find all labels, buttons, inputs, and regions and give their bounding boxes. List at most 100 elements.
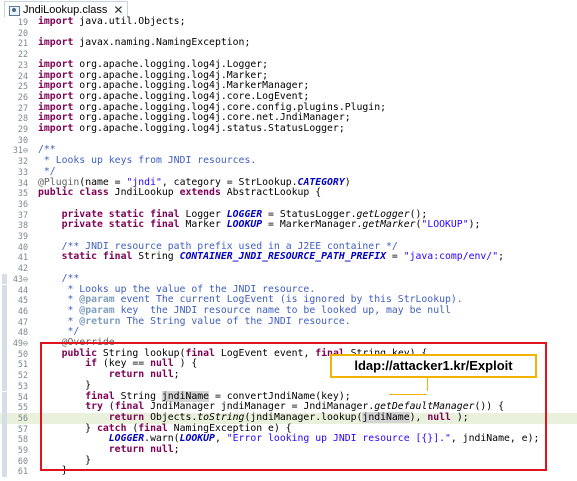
line-number: 40 (17, 241, 28, 252)
code-token: @param (79, 304, 115, 316)
code-token: * Looks up the value of the JNDI resourc… (38, 283, 316, 295)
callout-pointer (427, 376, 432, 391)
close-icon[interactable]: ✕ (113, 4, 123, 16)
line-number: 60 (17, 455, 28, 466)
code-text: import javax.naming.NamingException; (38, 38, 250, 49)
code-token: java.util.Objects; (79, 16, 186, 27)
line-number: 38 (17, 220, 28, 231)
code-token: public class (38, 187, 109, 199)
code-token: private static final (61, 219, 180, 231)
code-token: import (38, 58, 74, 70)
line-number: 32 (17, 156, 28, 167)
code-token: import (38, 37, 74, 49)
line-number: 36 (17, 198, 28, 209)
line-number: 49⊖ (12, 338, 28, 348)
code-token: The String value of the JNDI resource. (120, 315, 351, 327)
code-token: import (38, 112, 74, 124)
line-number: 53 (17, 380, 28, 391)
code-token: = StatusLogger. (262, 208, 357, 220)
line-number: 19 (17, 17, 28, 27)
code-token: @return (79, 315, 121, 327)
code-token: import (38, 101, 74, 113)
code-token: import (38, 80, 74, 92)
line-number: 41 (17, 252, 28, 263)
code-line: 30 (0, 135, 577, 146)
code-token: import (38, 69, 74, 81)
code-token: org.apache.logging.log4j.core.config.plu… (79, 101, 387, 113)
code-token: /** (61, 272, 80, 284)
line-number: 52 (17, 370, 28, 381)
code-line: 42 (0, 263, 577, 274)
line-number: 20 (17, 27, 28, 38)
line-number: 31⊖ (12, 145, 28, 156)
code-token: , category = StrLookup. (161, 176, 298, 188)
line-number: 61 (17, 466, 28, 477)
code-token: LOOKUP (226, 219, 263, 231)
tab-jndilookup-class[interactable]: JndiLookup.class ✕ (4, 1, 129, 17)
ldap-callout: ldap://attacker1.kr/Exploit (330, 354, 537, 378)
code-token: @param (79, 294, 115, 306)
code-token: ); (468, 219, 481, 231)
class-file-icon (9, 5, 20, 16)
line-number: 56 (17, 412, 28, 423)
code-token: CONTAINER_JNDI_RESOURCE_PATH_PREFIX (179, 251, 387, 263)
code-token: import (38, 123, 74, 134)
code-token: org.apache.logging.log4j.Marker; (79, 69, 269, 81)
code-token: org.apache.logging.log4j.core.net.JndiMa… (79, 112, 351, 124)
code-token: CATEGORY (297, 176, 345, 188)
line-number: 51 (17, 359, 28, 370)
line-number: 29 (17, 124, 28, 134)
code-text: public class JndiLookup extends Abstract… (38, 187, 322, 199)
code-text: import java.util.Objects; (38, 16, 186, 28)
code-token: * (38, 294, 80, 306)
line-number: 22 (17, 49, 28, 60)
code-token: "LOOKUP" (421, 219, 469, 231)
code-token: static final (61, 251, 133, 263)
line-number: 54 (17, 391, 28, 402)
code-token: AbstractLookup { (220, 187, 322, 199)
code-token: org.apache.logging.log4j.status.StatusLo… (79, 123, 345, 134)
code-token: JndiLookup (108, 187, 180, 199)
line-number: 25 (17, 81, 28, 92)
code-text: static final String CONTAINER_JNDI_RESOU… (38, 252, 504, 263)
code-token: "java:comp/env/" (403, 251, 499, 263)
code-token: * Looks up keys from JNDI resources. (38, 155, 257, 167)
code-token: ; (498, 251, 504, 263)
code-token: import (38, 90, 74, 102)
line-number: 44 (17, 284, 28, 295)
line-number: 34 (17, 177, 28, 188)
line-number: 59 (17, 445, 28, 455)
code-text: private static final Marker LOOKUP = Mar… (38, 219, 481, 231)
line-number: 45 (17, 295, 28, 306)
code-text: * @return The String value of the JNDI r… (38, 315, 351, 328)
code-token: = MarkerManager. (262, 219, 363, 231)
code-token: * (38, 304, 80, 316)
code-token: org.apache.logging.log4j.MarkerManager; (79, 80, 310, 92)
code-token: @Plugin (38, 176, 80, 188)
code-line: 29 import org.apache.logging.log4j.status… (0, 123, 577, 135)
line-number: 43⊖ (12, 273, 28, 284)
code-token: LOGGER (226, 208, 263, 220)
line-number: 28 (17, 113, 28, 124)
code-token: /** (38, 144, 56, 156)
code-line: 19 import java.util.Objects; (0, 16, 577, 28)
code-line: 38 private static final Marker LOOKUP = … (0, 219, 577, 231)
code-line: 21 import javax.naming.NamingException; (0, 38, 577, 49)
code-token: (); (409, 208, 428, 220)
code-token: (name = (79, 176, 127, 188)
editor-tab-bar: JndiLookup.class ✕ (0, 0, 577, 17)
code-token: private static final (61, 208, 180, 220)
line-number: 33 (17, 166, 28, 177)
line-number: 23 (17, 59, 28, 70)
code-token: String (132, 251, 180, 263)
line-number: 48 (17, 327, 28, 338)
line-number: 57 (17, 423, 28, 434)
code-token: org.apache.logging.log4j.core.LogEvent; (79, 90, 310, 102)
code-line: 35 public class JndiLookup extends Abstra… (0, 187, 577, 199)
line-number: 50 (17, 348, 28, 359)
line-number: 58 (17, 434, 28, 445)
